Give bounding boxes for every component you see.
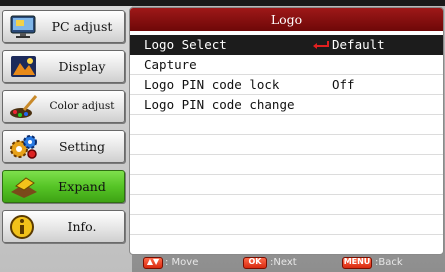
sidebar: PC adjust Display Color adjust Setting E… — [0, 6, 132, 272]
sidebar-item-setting[interactable]: Setting — [2, 130, 125, 163]
updown-arrow-icon: ▲▼ — [146, 257, 160, 266]
ok-key: OK — [243, 257, 267, 269]
sidebar-item-expand[interactable]: Expand — [2, 170, 125, 203]
sidebar-item-display[interactable]: Display — [2, 50, 125, 83]
monitor-icon — [10, 15, 36, 38]
display-icon — [11, 56, 36, 77]
enter-arrow-icon — [313, 41, 329, 49]
menu-row-logo-pin-code-change[interactable]: Logo PIN code change — [130, 95, 443, 115]
menu-row-logo-select[interactable]: Logo Select Default — [130, 35, 443, 55]
logo-menu-panel: Logo Logo Select Default Capture Logo PI… — [129, 7, 444, 255]
menu-row-value: Default — [332, 37, 385, 52]
menu-row-empty — [130, 155, 443, 175]
menu-row-label: Logo PIN code change — [144, 97, 295, 112]
menu-key: MENU — [342, 257, 372, 269]
sidebar-item-label: Setting — [58, 139, 106, 154]
menu-row-empty — [130, 215, 443, 235]
menu-row-empty — [130, 115, 443, 135]
menu-title: Logo — [130, 8, 443, 31]
menu-row-logo-pin-code-lock[interactable]: Logo PIN code lock Off — [130, 75, 443, 95]
menu-row-empty — [130, 135, 443, 155]
sidebar-item-color-adjust[interactable]: Color adjust — [2, 90, 125, 123]
menu-hint: :Back — [375, 257, 403, 268]
sidebar-item-label: Color adjust — [49, 100, 115, 112]
menu-row-label: Logo Select — [144, 37, 227, 52]
sidebar-item-label: Expand — [58, 179, 106, 194]
color-brush-icon — [10, 95, 38, 118]
expand-icon — [11, 177, 37, 198]
menu-row-empty — [130, 175, 443, 195]
ok-hint: :Next — [270, 257, 297, 268]
sidebar-item-label: Info. — [67, 219, 97, 234]
gears-icon — [10, 135, 37, 159]
sidebar-item-info[interactable]: Info. — [2, 210, 125, 243]
menu-row-label: Logo PIN code lock — [144, 77, 280, 92]
menu-row-label: Capture — [144, 57, 197, 72]
sidebar-item-label: Display — [58, 59, 106, 74]
menu-row-empty — [130, 235, 443, 254]
info-icon — [10, 215, 34, 239]
move-hint: : Move — [165, 257, 199, 268]
menu-row-empty — [130, 195, 443, 215]
ok-key-label: OK — [248, 257, 262, 266]
sidebar-item-label: PC adjust — [51, 19, 113, 34]
menu-row-value: Off — [332, 77, 355, 92]
move-key: ▲▼ — [143, 257, 163, 269]
menu-row-capture[interactable]: Capture — [130, 55, 443, 75]
sidebar-item-pc-adjust[interactable]: PC adjust — [2, 10, 125, 43]
menu-key-label: MENU — [343, 257, 371, 266]
footer-hints: ▲▼ : Move OK :Next MENU :Back — [135, 256, 442, 270]
